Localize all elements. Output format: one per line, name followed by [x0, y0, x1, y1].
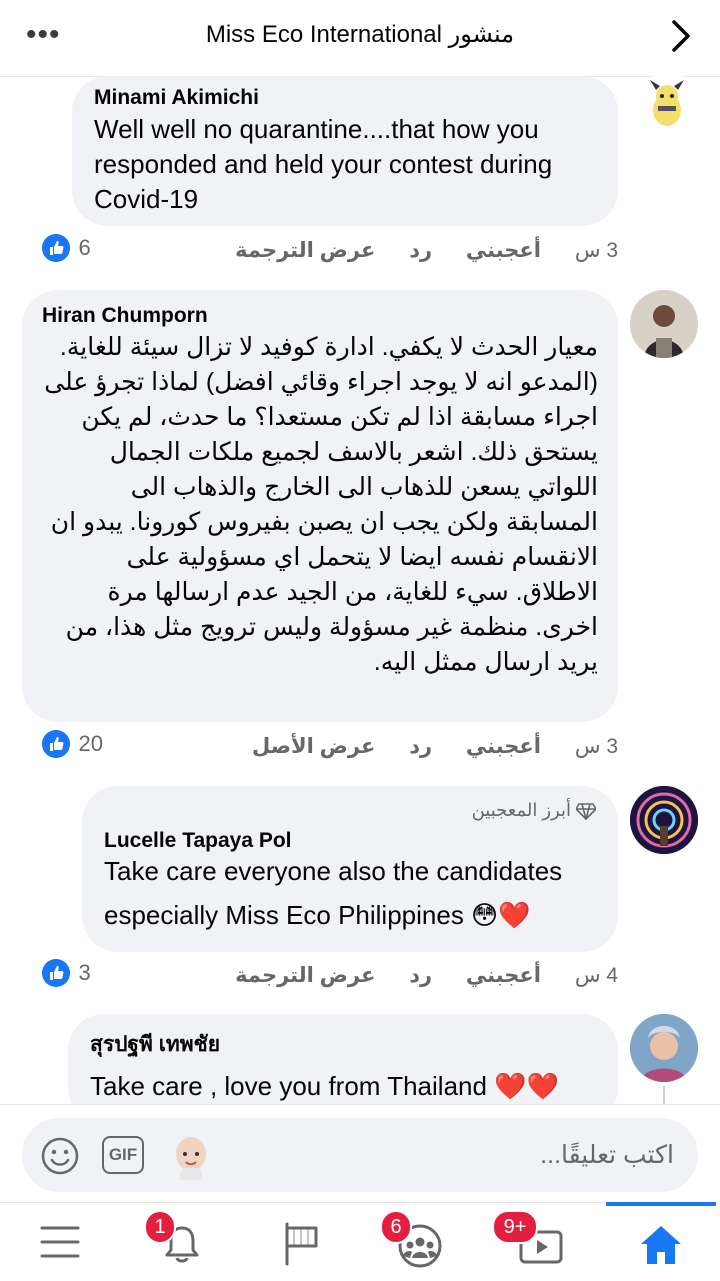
comment-bubble[interactable]: أبرز المعجبين Lucelle Tapaya Pol Take ca…: [82, 786, 618, 952]
groups-tab[interactable]: 6: [372, 1208, 472, 1274]
person-photo-icon: [630, 786, 698, 854]
top-fan-label: أبرز المعجبين: [471, 800, 571, 820]
like-count: 20: [78, 731, 103, 756]
comment-bubble[interactable]: Hiran Chumporn معيار الحدث لا يكفي. ادار…: [22, 290, 618, 722]
thumbs-up-icon: [42, 234, 70, 262]
top-bar: ••• Miss Eco International منشور: [0, 0, 720, 77]
avatar[interactable]: [630, 290, 698, 358]
emoji-icon[interactable]: [40, 1136, 80, 1176]
comment-text: Take care , love you from Thailand ❤️❤️: [90, 1071, 559, 1101]
comment-author[interactable]: สุรปฐพี เทพชัย: [90, 1028, 596, 1061]
comment-text: Take care everyone also the candidates e…: [104, 856, 563, 930]
reaction-summary[interactable]: 20: [42, 730, 103, 758]
watch-tab[interactable]: 9+: [490, 1208, 590, 1274]
diamond-icon: [574, 803, 598, 823]
reply-button[interactable]: رد: [409, 239, 432, 262]
pokemon-avatar-icon: [650, 80, 684, 126]
flag-icon: [285, 1222, 318, 1266]
see-translation-button[interactable]: عرض الترجمة: [235, 964, 375, 987]
see-translation-button[interactable]: عرض الترجمة: [235, 239, 375, 262]
gif-button[interactable]: GIF: [102, 1136, 144, 1174]
comment-actions: 3 س أعجبني رد عرض الأصل: [252, 734, 618, 759]
avatar[interactable]: [630, 786, 698, 854]
pages-tab[interactable]: [250, 1208, 350, 1274]
notifications-tab[interactable]: 1: [130, 1208, 230, 1274]
groups-badge: 6: [380, 1210, 412, 1244]
menu-tab[interactable]: [10, 1208, 110, 1274]
thumbs-up-icon: [42, 730, 70, 758]
avatar-sticker-icon[interactable]: [166, 1130, 216, 1180]
comment-author[interactable]: Hiran Chumporn: [42, 304, 598, 328]
comment-author[interactable]: Minami Akimichi: [94, 86, 596, 110]
home-tab[interactable]: [612, 1208, 712, 1274]
avatar[interactable]: [630, 1014, 698, 1082]
thread-line: [663, 1086, 665, 1104]
chevron-right-icon[interactable]: [664, 16, 698, 56]
comment-time: 4 س: [574, 964, 618, 987]
page-title: Miss Eco International منشور: [205, 21, 515, 48]
like-button[interactable]: أعجبني: [466, 964, 541, 987]
reply-button[interactable]: رد: [409, 735, 432, 758]
comment-actions: 3 س أعجبني رد عرض الترجمة: [235, 238, 618, 263]
comment-placeholder: اكتب تعليقًا...: [540, 1141, 674, 1169]
see-original-button[interactable]: عرض الأصل: [252, 735, 375, 758]
menu-icon: [40, 1226, 80, 1258]
like-button[interactable]: أعجبني: [466, 735, 541, 758]
comment-time: 3 س: [574, 239, 618, 262]
like-button[interactable]: أعجبني: [466, 239, 541, 262]
top-fan-badge: أبرز المعجبين: [104, 800, 598, 823]
comment-text: Well well no quarantine....that how you …: [94, 114, 553, 214]
comment-actions: 4 س أعجبني رد عرض الترجمة: [235, 963, 618, 988]
like-count: 3: [78, 960, 91, 985]
thumbs-up-icon: [42, 959, 70, 987]
like-count: 6: [78, 235, 91, 260]
home-icon: [641, 1226, 681, 1264]
notifications-badge: 1: [144, 1210, 176, 1244]
person-photo-icon: [630, 1014, 698, 1082]
avatar[interactable]: [636, 72, 698, 134]
reaction-summary[interactable]: 6: [42, 234, 91, 262]
comment-input[interactable]: GIF اكتب تعليقًا...: [22, 1118, 698, 1192]
watch-badge: 9+: [492, 1210, 538, 1244]
reply-button[interactable]: رد: [409, 964, 432, 987]
person-photo-icon: [630, 290, 698, 358]
comment-text: معيار الحدث لا يكفي. ادارة كوفيد لا تزال…: [44, 333, 598, 676]
comment-bubble[interactable]: Minami Akimichi Well well no quarantine.…: [72, 76, 618, 226]
comment-time: 3 س: [574, 735, 618, 758]
active-tab-indicator: [606, 1202, 716, 1206]
reaction-summary[interactable]: 3: [42, 959, 91, 987]
